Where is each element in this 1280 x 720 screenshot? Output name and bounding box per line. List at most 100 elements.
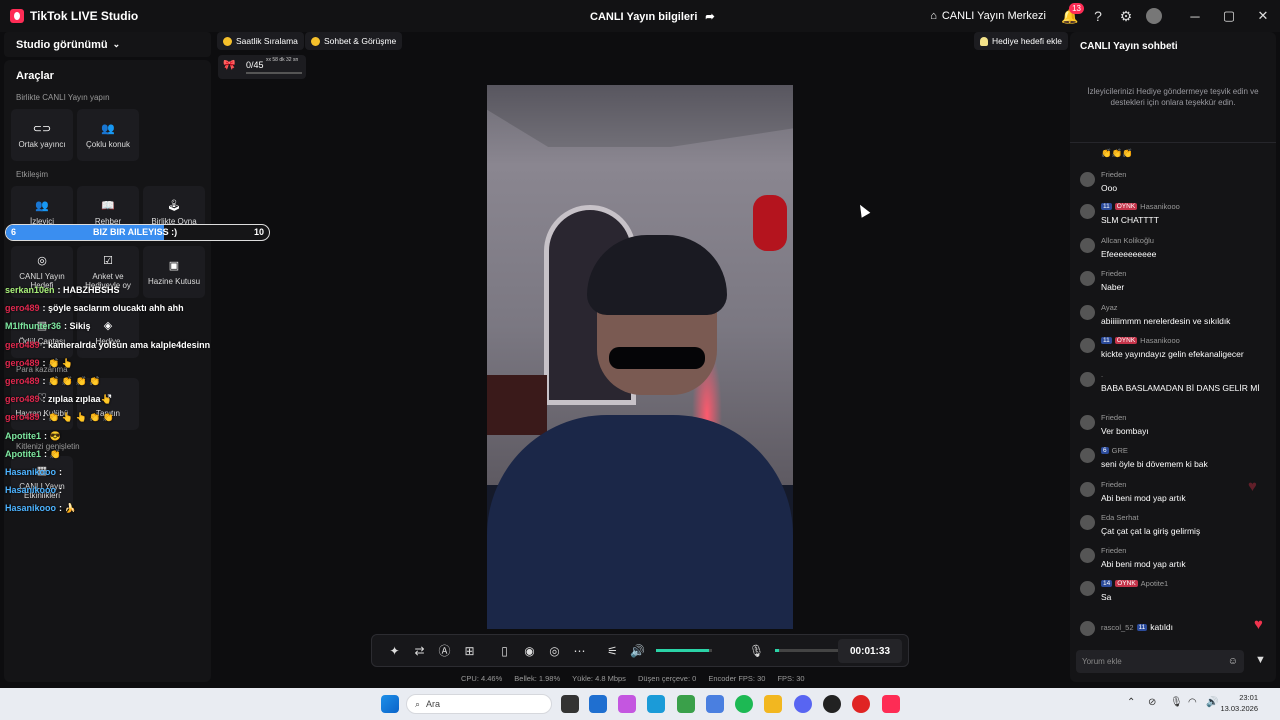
emoji-icon[interactable]: ☺: [1228, 656, 1238, 667]
chat-message: 11 OYNK Hasanikooo kickte yayındayız gelin …: [1080, 336, 1270, 366]
studio-view-dropdown[interactable]: Studio görünümü ⌄: [4, 32, 211, 57]
chat-avatar[interactable]: [1080, 448, 1095, 463]
multi-guest-tile[interactable]: 👥 Çoklu konuk: [77, 109, 139, 161]
chat-avatar[interactable]: [1080, 415, 1095, 430]
chat-avatar[interactable]: [1080, 338, 1095, 353]
overlay-chat-user: Hasanikooo: [5, 485, 57, 496]
gift-tile[interactable]: ◈ Hediye: [77, 306, 139, 358]
chat-avatar[interactable]: [1080, 548, 1095, 563]
taskbar-clock[interactable]: 23:01 13.03.2026: [1220, 692, 1258, 714]
chat-avatar[interactable]: [1080, 372, 1095, 387]
chat-username[interactable]: GRE: [1112, 446, 1128, 455]
chat-avatar[interactable]: [1080, 204, 1095, 219]
mic-tray-icon[interactable]: 🎙: [1170, 697, 1183, 708]
chat-avatar[interactable]: [1080, 305, 1095, 320]
treasure-tile[interactable]: ▣ Hazine Kutusu: [143, 246, 205, 298]
more-icon[interactable]: ⋯: [567, 638, 592, 663]
cohost-tile[interactable]: ⊂⊃ Ortak yayıncı: [11, 109, 73, 161]
chat-username[interactable]: Frieden: [1101, 480, 1126, 489]
help-icon[interactable]: ?: [1084, 2, 1112, 30]
chat-username[interactable]: Hasanikooo: [1140, 202, 1180, 211]
chat-username[interactable]: Frieden: [1101, 269, 1126, 278]
edge-icon[interactable]: [647, 695, 665, 713]
chat-username-row: 11 OYNK Hasanikooo: [1101, 202, 1180, 211]
copilot-icon[interactable]: [618, 695, 636, 713]
overlay-chat-text: : 😎: [44, 430, 61, 441]
overlay-chat-text: : 👏: [44, 448, 61, 459]
fan-badge: OYNK: [1115, 580, 1138, 587]
studio-view-label: Studio görünümü: [16, 38, 108, 51]
join-username[interactable]: rascol_52: [1101, 623, 1134, 632]
filter-icon[interactable]: ▼: [1255, 654, 1266, 666]
chat-username[interactable]: Eda Serhat: [1101, 513, 1139, 522]
live-info-link[interactable]: CANLI Yayın bilgileri ➦: [590, 10, 715, 24]
adjust-icon[interactable]: ⚟: [600, 638, 625, 663]
chat-meet-chip[interactable]: Sohbet & Görüşme: [305, 32, 403, 50]
ai-icon[interactable]: Ⓐ: [432, 638, 457, 663]
close-button[interactable]: ✕: [1246, 0, 1280, 32]
tray-chevron-icon[interactable]: ⌃: [1127, 697, 1135, 708]
chat-username[interactable]: Frieden: [1101, 413, 1126, 422]
speaker-volume-slider[interactable]: [656, 649, 712, 652]
tiktok-live-studio-icon[interactable]: [882, 695, 900, 713]
record-icon[interactable]: ◉: [517, 638, 542, 663]
chat-avatar[interactable]: [1080, 581, 1095, 596]
chat-avatar[interactable]: [1080, 238, 1095, 253]
speaker-icon[interactable]: 🔊: [625, 638, 650, 663]
chat-avatar[interactable]: [1080, 621, 1095, 636]
minimize-button[interactable]: ─: [1178, 0, 1212, 32]
chrome-icon[interactable]: [677, 695, 695, 713]
phone-layout-icon[interactable]: ▯: [492, 638, 517, 663]
magic-wand-icon[interactable]: ✦: [382, 638, 407, 663]
microphone-icon[interactable]: 🎙: [744, 638, 769, 663]
network-off-icon[interactable]: ⊘: [1148, 697, 1156, 708]
chat-username-row: Ayaz: [1101, 303, 1118, 312]
chat-username[interactable]: Allcan Kolikoğlu: [1101, 236, 1154, 245]
settings-app-icon[interactable]: [706, 695, 724, 713]
chat-avatar[interactable]: [1080, 515, 1095, 530]
volume-tray-icon[interactable]: 🔊: [1206, 697, 1218, 708]
live-events-tile[interactable]: ▦ CANLI Yayın Etkinlikleri: [11, 456, 73, 508]
reward-bag-tile[interactable]: ▤ Ödül Çantası: [11, 306, 73, 358]
notification-count: 13: [1069, 3, 1084, 14]
spotify-icon[interactable]: [735, 695, 753, 713]
level-badge: 14: [1101, 580, 1113, 587]
add-gift-goal-button[interactable]: Hediye hedefi ekle: [974, 32, 1068, 50]
chat-username[interactable]: Frieden: [1101, 546, 1126, 555]
chevron-down-icon: ⌄: [112, 39, 121, 49]
profile-avatar[interactable]: [1140, 2, 1168, 30]
add-source-icon[interactable]: ⊞: [457, 638, 482, 663]
translate-icon[interactable]: ⇄: [407, 638, 432, 663]
live-center-button[interactable]: ⌂ CANLI Yayın Merkezi: [930, 10, 1046, 22]
live-info-title: CANLI Yayın bilgileri: [590, 10, 698, 23]
chat-username[interactable]: Apotite1: [1141, 579, 1169, 588]
hourly-ranking-chip[interactable]: Saatlik Sıralama: [217, 32, 304, 50]
notification-bell-icon[interactable]: 🔔 13: [1056, 2, 1084, 30]
chat-username[interactable]: Ayaz: [1101, 303, 1118, 312]
wifi-icon[interactable]: ◠: [1188, 697, 1197, 708]
chat-avatar[interactable]: [1080, 482, 1095, 497]
chat-username[interactable]: Frieden: [1101, 170, 1126, 179]
rank-counter-value: 0/45: [246, 60, 264, 70]
live-goal-bar: 6 BIZ BIR AILEYISS :) 10: [5, 224, 270, 241]
chat-avatar[interactable]: [1080, 271, 1095, 286]
chat-username[interactable]: Hasanikooo: [1140, 336, 1180, 345]
discord-icon[interactable]: [794, 695, 812, 713]
chat-username[interactable]: .: [1101, 370, 1103, 379]
tools-panel: Araçlar Birlikte CANLI Yayın yapın ⊂⊃ Ort…: [4, 60, 211, 682]
windows-start-icon[interactable]: [381, 695, 399, 713]
fan-badge: OYNK: [1114, 203, 1138, 210]
comment-input[interactable]: Yorum ekle ☺: [1076, 650, 1244, 673]
task-view-icon[interactable]: [561, 695, 579, 713]
media-player-icon[interactable]: [852, 695, 870, 713]
file-explorer-icon[interactable]: [764, 695, 782, 713]
taskbar-search[interactable]: ⌕ Ara: [406, 694, 552, 714]
maximize-button[interactable]: ▢: [1212, 0, 1246, 32]
outlook-icon[interactable]: [589, 695, 607, 713]
overlay-chat-text: :: [59, 485, 63, 496]
chat-avatar[interactable]: [1080, 172, 1095, 187]
link-icon: ⊂⊃: [32, 122, 52, 135]
steam-icon[interactable]: [823, 695, 841, 713]
camera-switch-icon[interactable]: ◎: [542, 638, 567, 663]
settings-gear-icon[interactable]: ⚙: [1112, 2, 1140, 30]
